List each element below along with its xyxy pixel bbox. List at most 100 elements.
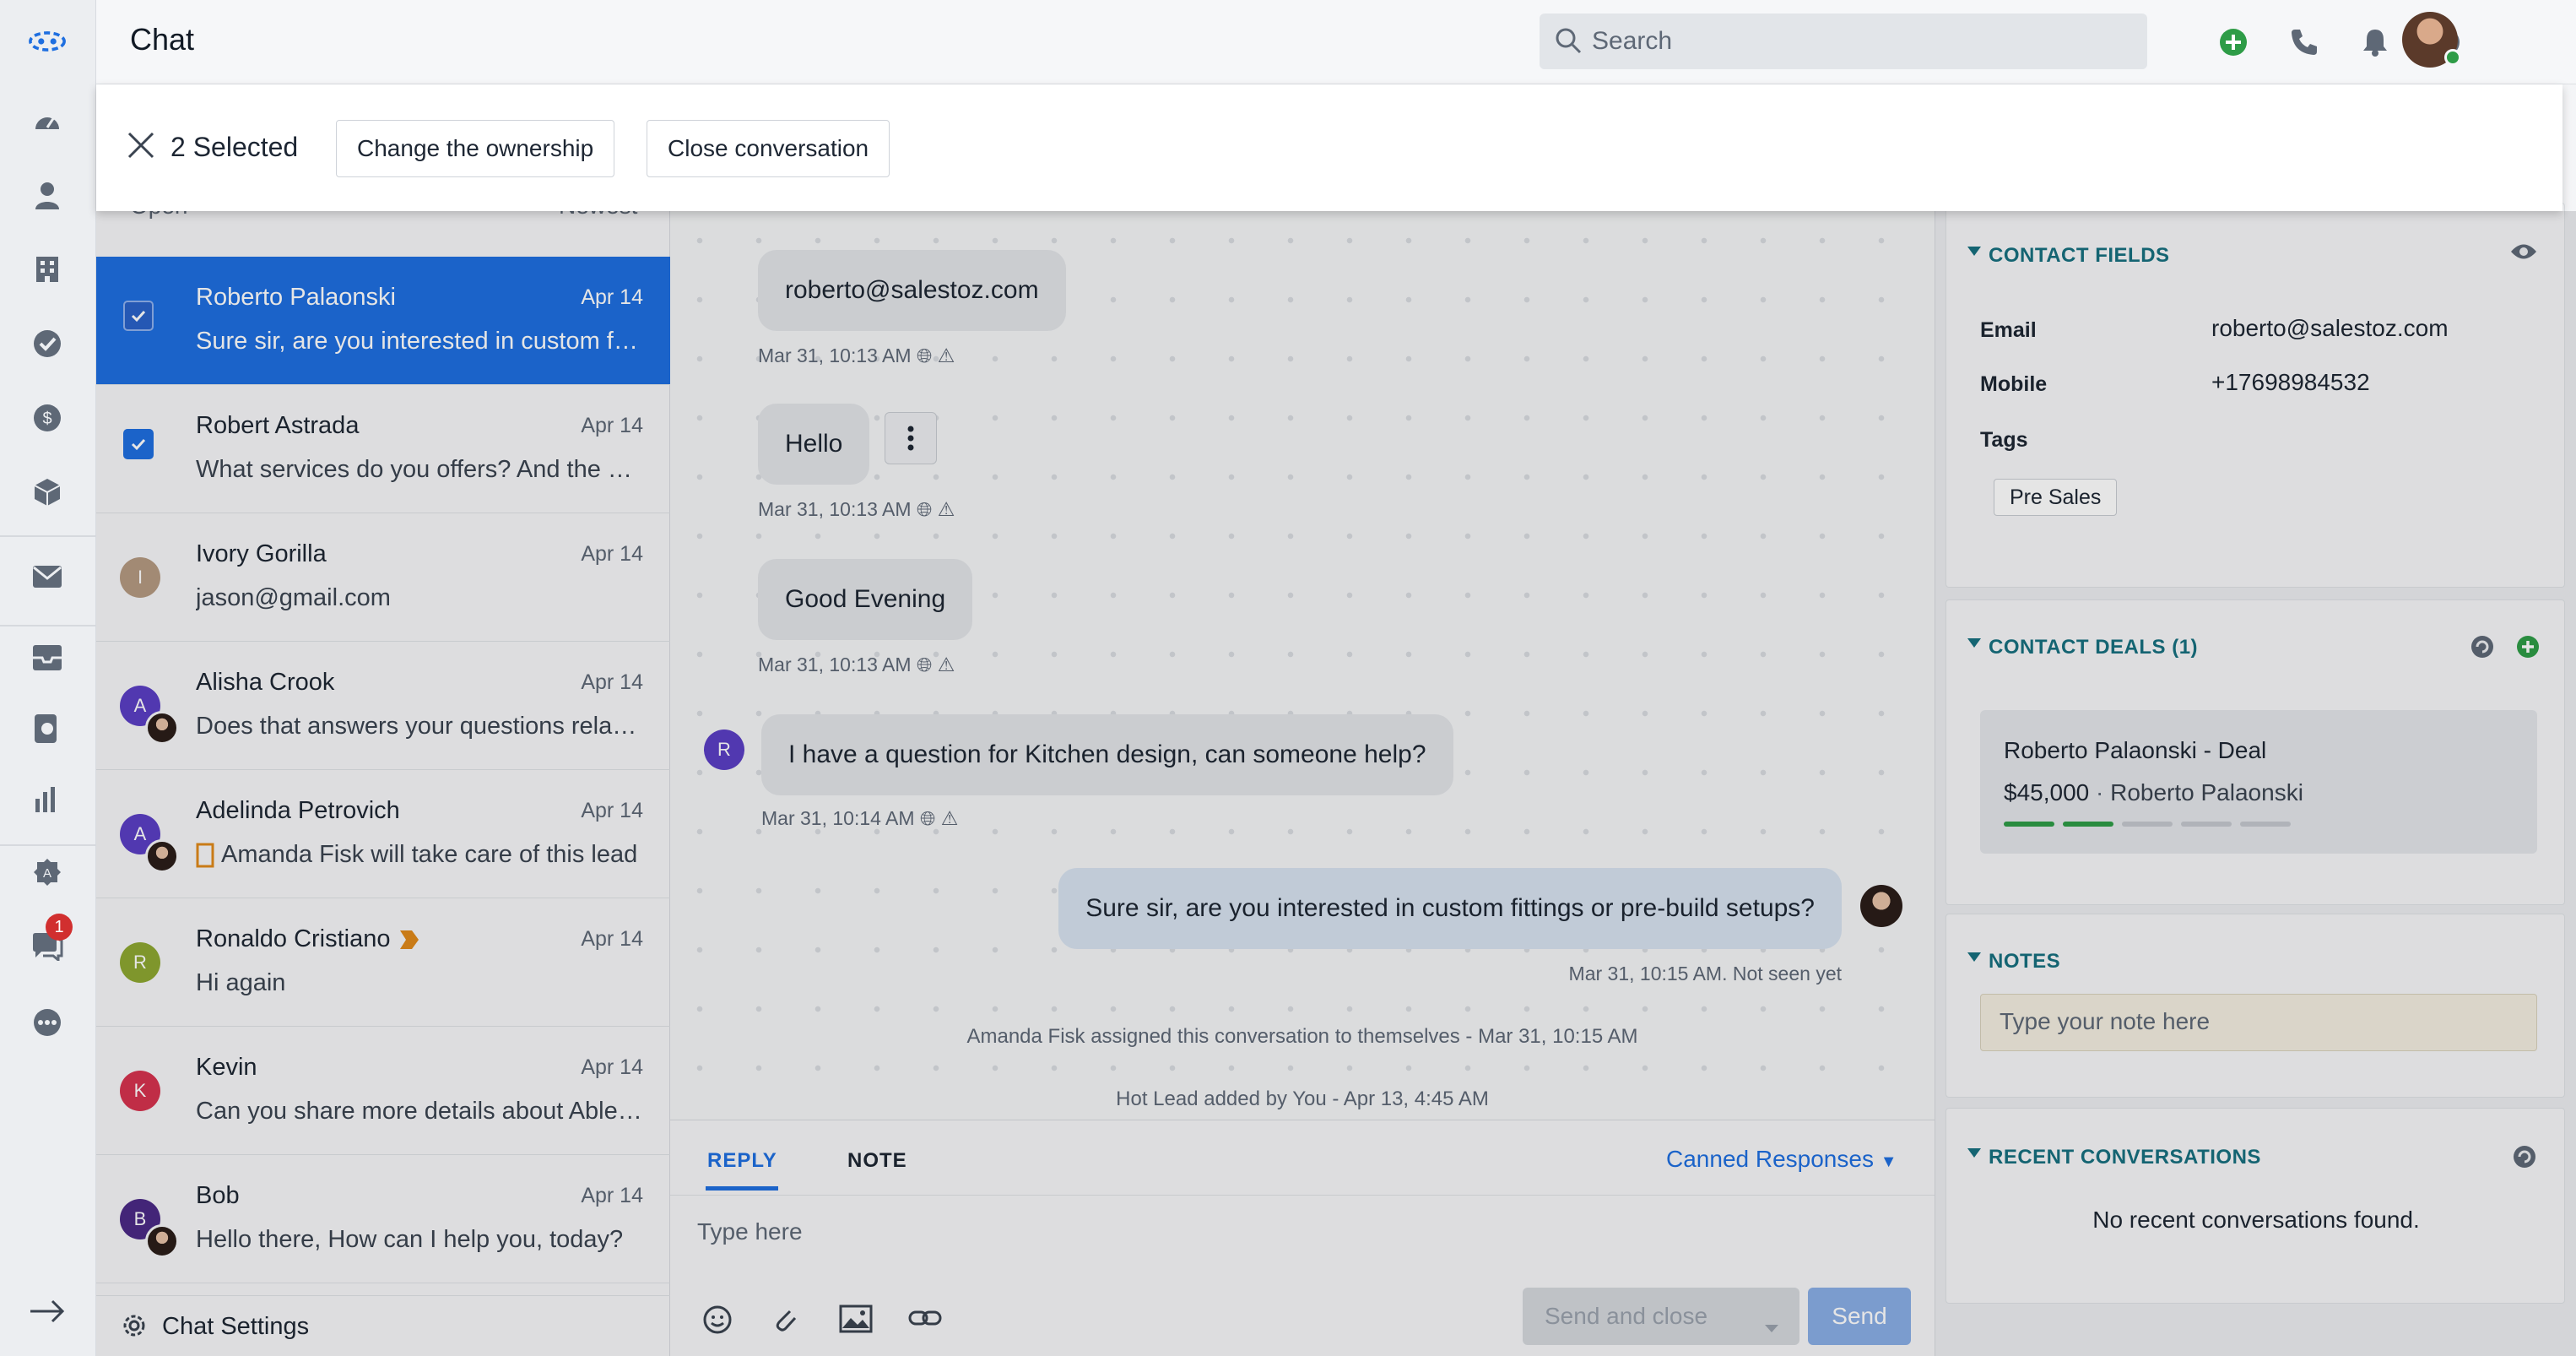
brand-logo-icon[interactable]	[28, 22, 67, 61]
conversation-item[interactable]: A Adelinda Petrovich Apr 14 Amanda Fisk …	[96, 770, 670, 898]
refresh-icon[interactable]	[2512, 1144, 2537, 1174]
dashboard-icon[interactable]	[28, 103, 67, 142]
chat-settings-label: Chat Settings	[162, 1313, 310, 1340]
unread-badge: 1	[46, 914, 73, 941]
email-value[interactable]: roberto@salestoz.com	[2211, 315, 2449, 342]
phone-icon[interactable]	[2284, 22, 2324, 62]
attachment-icon[interactable]	[771, 1304, 798, 1339]
reports-icon[interactable]	[28, 778, 67, 817]
image-icon[interactable]	[839, 1304, 873, 1337]
add-icon[interactable]	[2213, 22, 2254, 62]
close-conversation-button[interactable]: Close conversation	[647, 120, 890, 177]
svg-text:$: $	[42, 410, 51, 428]
message-bubble: roberto@salestoz.com	[758, 250, 1066, 331]
message-preview: Amanda Fisk will take care of this lead	[221, 841, 638, 868]
page-title: Chat	[130, 22, 195, 57]
mobile-value[interactable]: +17698984532	[2211, 369, 2370, 396]
message-preview: Sure sir, are you interested in custom f…	[196, 328, 643, 355]
contact-panel: CONTACT FIELDS Email roberto@salestoz.co…	[1935, 203, 2576, 1356]
change-ownership-button[interactable]: Change the ownership	[336, 120, 615, 177]
send-button[interactable]: Send	[1808, 1288, 1911, 1345]
message-preview: Hello there, How can I help you, today?	[196, 1226, 624, 1253]
email-icon[interactable]	[28, 557, 67, 596]
conversation-item[interactable]: Robert Astrada Apr 14 What services do y…	[96, 385, 670, 513]
tag-chip[interactable]: Pre Sales	[1994, 479, 2118, 516]
contact-deals-card: CONTACT DEALS (1) Roberto Palaonski - De…	[1946, 599, 2565, 905]
checkbox-checked[interactable]	[123, 429, 154, 459]
more-icon[interactable]	[28, 1003, 67, 1042]
chat-settings-link[interactable]: Chat Settings	[96, 1295, 670, 1356]
svg-text:A: A	[43, 866, 51, 881]
link-icon[interactable]	[908, 1304, 942, 1336]
conversation-date: Apr 14	[581, 1055, 643, 1079]
message-time: Mar 31, 10:13 AM	[758, 498, 912, 520]
chevron-down-icon: ▼	[1880, 1153, 1897, 1171]
warning-icon: ⚠︎	[937, 498, 955, 520]
message-time: Mar 31, 10:14 AM	[761, 807, 915, 829]
tags-label: Tags	[1980, 428, 2028, 452]
avatar: R	[120, 942, 160, 983]
tasks-icon[interactable]	[28, 324, 67, 363]
contacts-icon[interactable]	[28, 176, 67, 214]
message-bubble: Good Evening	[758, 559, 973, 640]
notes-card: NOTES Type your note here	[1946, 914, 2565, 1098]
reply-composer: REPLY NOTE Canned Responses ▼ Type here …	[670, 1120, 1935, 1356]
bell-icon[interactable]	[2355, 22, 2395, 62]
message-preview: Does that answers your questions related…	[196, 713, 643, 740]
collapse-icon[interactable]	[1967, 952, 1982, 968]
selected-count: 2 Selected	[170, 132, 299, 162]
conversation-date: Apr 14	[581, 542, 643, 566]
deal-stage-bar	[2181, 822, 2232, 827]
tab-note[interactable]: NOTE	[847, 1149, 907, 1173]
conversation-item[interactable]: Roberto Palaonski Apr 14 Sure sir, are y…	[96, 257, 670, 385]
agent-avatar	[145, 711, 179, 745]
tab-reply[interactable]: REPLY	[707, 1149, 777, 1173]
refresh-icon[interactable]	[2470, 634, 2495, 664]
contact-name: Kevin	[196, 1054, 257, 1081]
inbox-icon[interactable]	[28, 638, 67, 677]
conversation-item[interactable]: R Ronaldo Cristiano Apr 14 Hi again	[96, 898, 670, 1027]
collapse-icon[interactable]	[1967, 637, 1982, 654]
search-input[interactable]: Search	[1540, 14, 2147, 69]
conversation-item[interactable]: B Bob Apr 14 Hello there, How can I help…	[96, 1155, 670, 1283]
conversation-item[interactable]: I Ivory Gorilla Apr 14 jason@gmail.com	[96, 513, 670, 642]
agent-avatar	[145, 839, 179, 873]
deal-card[interactable]: Roberto Palaonski - Deal $45,000 · Rober…	[1980, 710, 2537, 854]
close-icon[interactable]	[127, 131, 155, 164]
collapse-icon[interactable]	[1967, 1147, 1982, 1163]
accounts-icon[interactable]	[28, 250, 67, 289]
send-and-close-button[interactable]: Send and close	[1523, 1288, 1799, 1345]
message-preview: Hi again	[196, 969, 286, 996]
expand-arrow-icon[interactable]	[28, 1292, 67, 1331]
contact-name: Robert Astrada	[196, 412, 360, 439]
deal-amount-value: $45,000	[2004, 779, 2090, 805]
phone-book-icon[interactable]	[28, 709, 67, 748]
globe-icon: 🌐︎	[916, 344, 933, 366]
conversation-item[interactable]: K Kevin Apr 14 Can you share more detail…	[96, 1027, 670, 1155]
products-icon[interactable]	[28, 473, 67, 512]
chevron-down-icon[interactable]	[1764, 1313, 1779, 1340]
collapse-icon[interactable]	[1967, 246, 1982, 262]
message-input[interactable]: Type here	[697, 1218, 803, 1245]
hot-lead-icon	[398, 929, 420, 955]
conversation-item[interactable]: A Alisha Crook Apr 14 Does that answers …	[96, 642, 670, 770]
message-options-icon[interactable]	[885, 412, 937, 464]
canned-responses-dropdown[interactable]: Canned Responses ▼	[1666, 1146, 1897, 1173]
send-and-close-label: Send and close	[1545, 1303, 1708, 1329]
warning-icon: ⚠︎	[937, 344, 955, 366]
message-meta: Mar 31, 10:15 AM. Not seen yet	[1568, 963, 1842, 984]
automation-icon[interactable]: A	[28, 853, 67, 892]
top-header: Chat Search ?	[96, 0, 2576, 84]
checkbox-checked[interactable]	[123, 301, 154, 331]
deals-icon[interactable]: $	[28, 399, 67, 437]
emoji-icon[interactable]	[702, 1304, 733, 1339]
note-input[interactable]: Type your note here	[1980, 994, 2537, 1051]
message-meta: Mar 31, 10:13 AM 🌐︎ ⚠︎	[758, 344, 955, 367]
globe-icon: 🌐︎	[919, 807, 936, 829]
message-meta: Mar 31, 10:14 AM 🌐︎ ⚠︎	[761, 807, 958, 830]
add-deal-icon[interactable]	[2515, 634, 2541, 664]
message-bubble: Hello	[758, 404, 870, 485]
eye-icon[interactable]	[2510, 242, 2537, 265]
avatar: K	[120, 1071, 160, 1111]
deal-stage-bar	[2240, 822, 2291, 827]
